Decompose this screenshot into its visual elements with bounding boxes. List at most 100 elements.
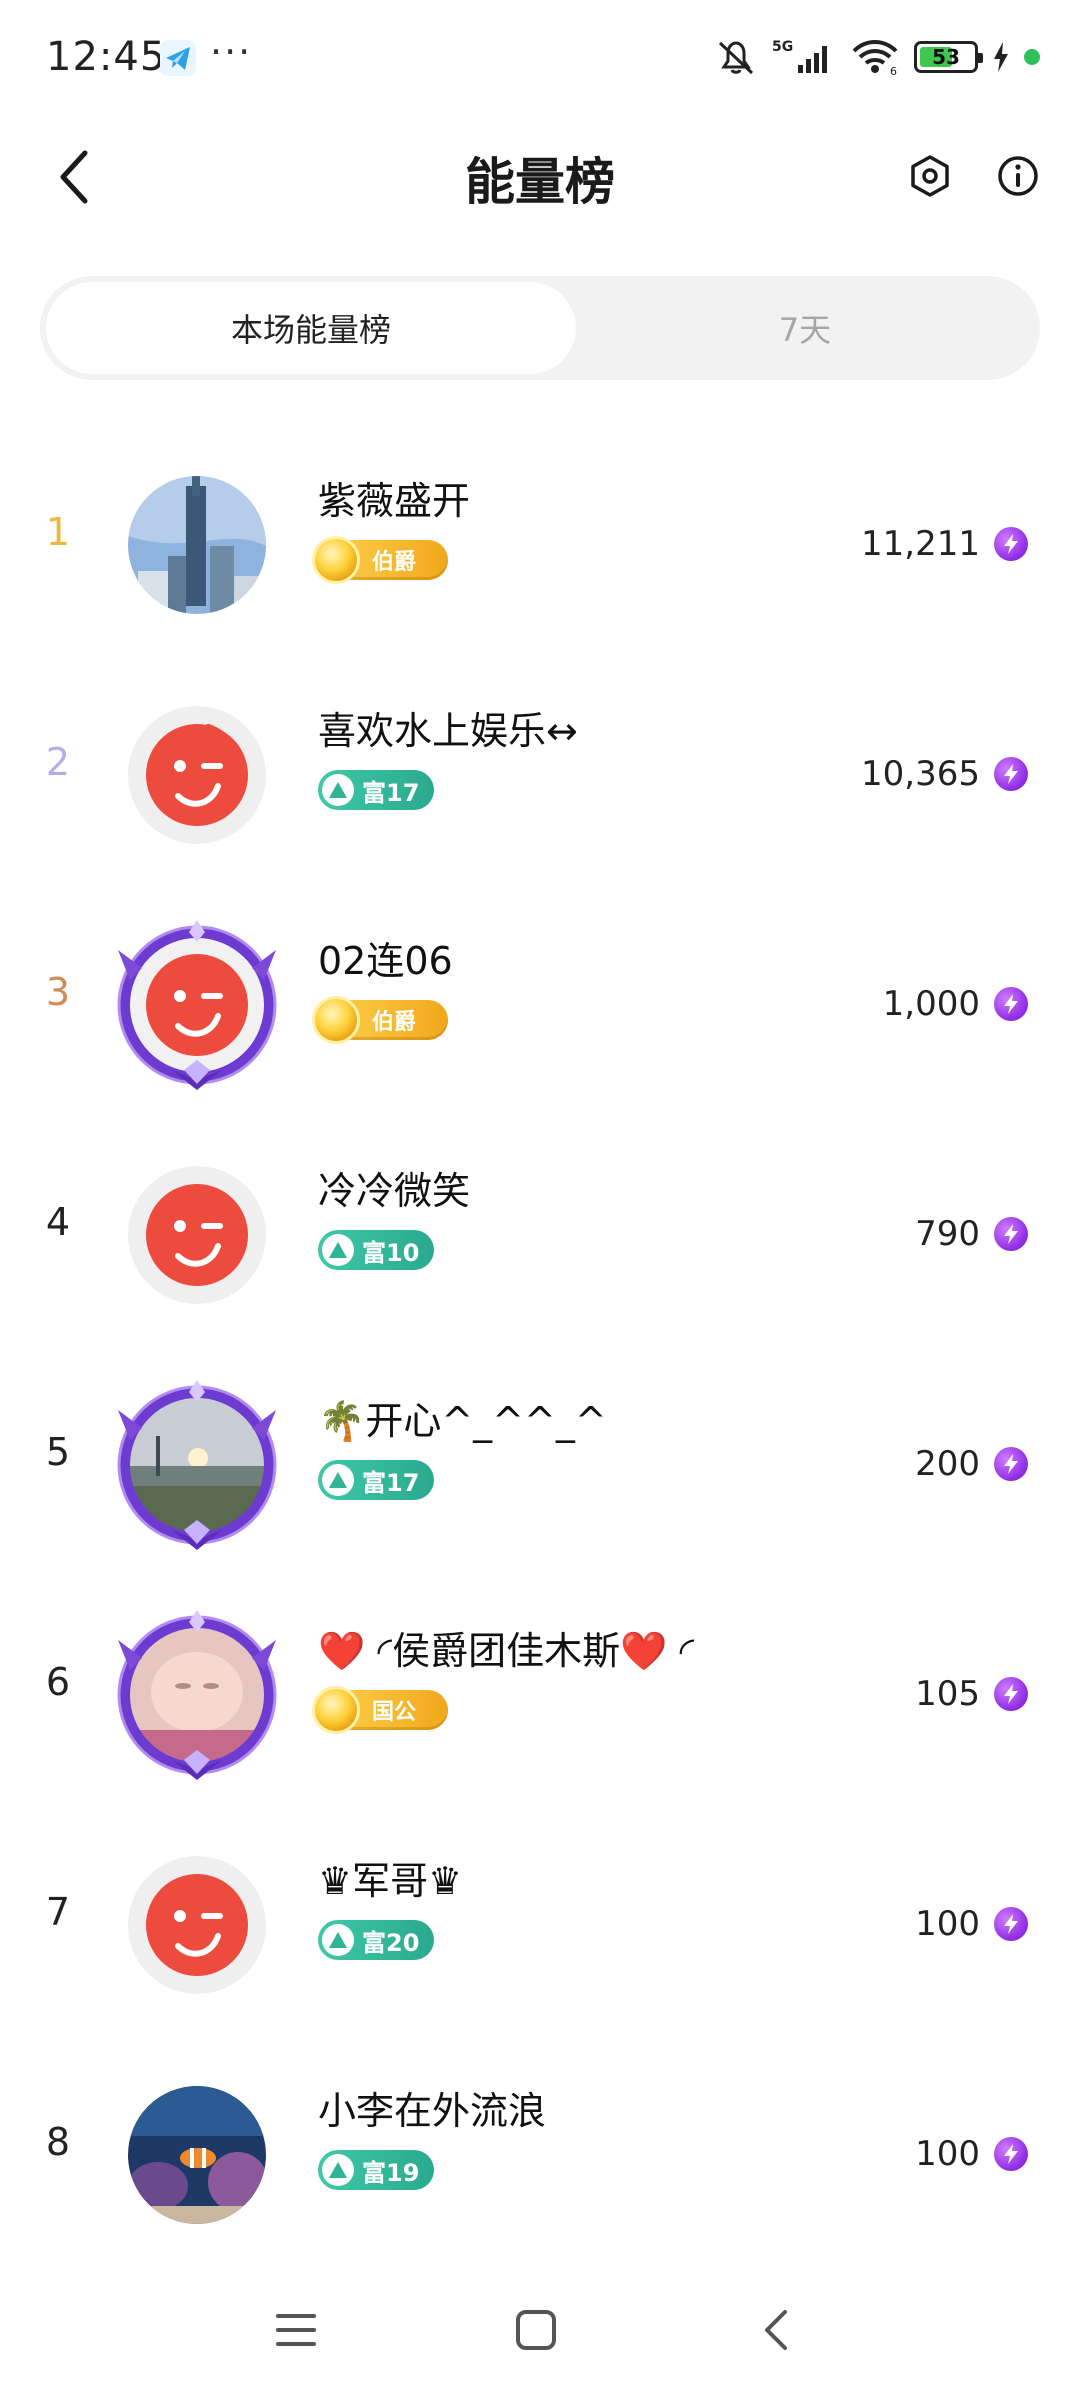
ranking-tabs: 本场能量榜 7天: [40, 276, 1040, 380]
user-name[interactable]: ♛军哥♛: [318, 1850, 462, 1905]
score-value: 1,000: [882, 984, 980, 1024]
level-badge: 富17: [318, 770, 434, 810]
energy-bolt-icon: [994, 1677, 1028, 1711]
triangle-icon: [322, 1464, 354, 1496]
list-item[interactable]: 6 ❤️ ◜侯爵团佳木斯❤️ ◜ 国公 105: [0, 1590, 1080, 1820]
coin-icon: [312, 536, 360, 584]
user-name[interactable]: ❤️ ◜侯爵团佳木斯❤️ ◜: [318, 1620, 694, 1675]
battery-level: 53: [932, 45, 960, 69]
more-notifications-icon: ···: [210, 30, 253, 74]
triangle-icon: [322, 774, 354, 806]
list-item[interactable]: 7 ♛军哥♛ 富20 100: [0, 1820, 1080, 2050]
tab-7-days[interactable]: 7天: [576, 282, 1034, 374]
status-bar: 12:45 ··· 5G 6 53: [0, 0, 1080, 120]
list-item[interactable]: 3 02连06 伯爵 1,000: [0, 900, 1080, 1130]
telegram-icon: [158, 38, 198, 78]
avatar[interactable]: [112, 1840, 282, 2010]
triangle-icon: [322, 1924, 354, 1956]
energy-score: 790: [915, 1210, 1028, 1258]
wifi-icon: 6: [852, 40, 898, 77]
level-badge: 富20: [318, 1920, 434, 1960]
level-badge: 富17: [318, 1460, 434, 1500]
signal-5g-icon: 5G: [772, 39, 827, 73]
energy-score: 100: [915, 2130, 1028, 2178]
avatar-frame: [117, 1380, 277, 1550]
score-value: 100: [915, 2134, 980, 2174]
level-badge: 伯爵: [312, 996, 448, 1044]
avatar[interactable]: [112, 1610, 282, 1780]
badge-label: 国公: [372, 1700, 417, 1725]
level-badge: 伯爵: [312, 536, 448, 584]
wink-face-icon: [146, 724, 248, 826]
energy-bolt-icon: [994, 527, 1028, 561]
energy-score: 10,365: [861, 750, 1028, 798]
energy-bolt-icon: [994, 1907, 1028, 1941]
user-name[interactable]: 冷冷微笑: [318, 1160, 470, 1215]
tab-this-session[interactable]: 本场能量榜: [46, 282, 576, 374]
header: 能量榜: [0, 120, 1080, 230]
list-item[interactable]: 5 🌴开心^_^^_^ 富17 200: [0, 1360, 1080, 1590]
status-time: 12:45: [46, 34, 167, 80]
list-item[interactable]: 4 冷冷微笑 富10 790: [0, 1130, 1080, 1360]
coin-icon: [312, 1686, 360, 1734]
badge-label: 伯爵: [372, 550, 417, 575]
hexagon-settings-icon: [911, 155, 949, 197]
rank-number: 7: [45, 1890, 71, 1934]
menu-icon: [276, 2314, 316, 2346]
home-button[interactable]: [496, 2290, 576, 2370]
system-back-button[interactable]: [736, 2290, 816, 2370]
list-item[interactable]: 1 紫薇盛开 伯爵 11,211: [0, 440, 1080, 670]
avatar[interactable]: [112, 460, 282, 630]
user-name[interactable]: 🌴开心^_^^_^: [318, 1390, 607, 1445]
city-tower-photo: [128, 476, 266, 614]
chevron-left-icon: [765, 2310, 787, 2350]
battery-icon: 53: [914, 41, 983, 73]
default-avatar: [128, 1856, 266, 1994]
user-name[interactable]: 喜欢水上娱乐↔: [318, 700, 578, 755]
energy-bolt-icon: [994, 1447, 1028, 1481]
charging-icon: [994, 42, 1008, 72]
avatar[interactable]: [112, 690, 282, 860]
badge-label: 伯爵: [372, 1010, 417, 1035]
energy-score: 105: [915, 1670, 1028, 1718]
coin-icon: [312, 996, 360, 1044]
rank-number: 8: [45, 2120, 71, 2164]
square-home-icon: [516, 2310, 556, 2350]
badge-label: 富17: [362, 778, 420, 807]
aquarium-photo: [128, 2086, 266, 2224]
user-name[interactable]: 紫薇盛开: [318, 470, 470, 525]
avatar[interactable]: [112, 1380, 282, 1550]
info-button[interactable]: [990, 146, 1046, 206]
energy-bolt-icon: [994, 987, 1028, 1021]
badge-label: 富19: [362, 2158, 420, 2187]
avatar[interactable]: [112, 920, 282, 1090]
score-value: 11,211: [861, 524, 980, 564]
mute-bell-icon: [718, 41, 754, 75]
energy-score: 1,000: [883, 980, 1028, 1028]
recent-apps-button[interactable]: [256, 2290, 336, 2370]
avatar[interactable]: [112, 1150, 282, 1320]
wink-face-icon: [146, 1874, 248, 1976]
triangle-icon: [322, 2154, 354, 2186]
score-value: 10,365: [861, 754, 980, 794]
list-item[interactable]: 2 喜欢水上娱乐↔ 富17 10,365: [0, 670, 1080, 900]
user-name[interactable]: 02连06: [318, 930, 453, 985]
rank-number: 3: [45, 970, 71, 1014]
badge-label: 富10: [362, 1238, 420, 1267]
avatar-frame: [117, 920, 277, 1090]
svg-text:5G: 5G: [772, 39, 793, 55]
energy-bolt-icon: [994, 757, 1028, 791]
rank-number: 1: [45, 510, 71, 554]
triangle-icon: [322, 1234, 354, 1266]
avatar[interactable]: [112, 2070, 282, 2240]
default-avatar: [128, 1166, 266, 1304]
user-name[interactable]: 小李在外流浪: [318, 2080, 546, 2135]
settings-button[interactable]: [902, 146, 958, 206]
wink-face-icon: [146, 1184, 248, 1286]
score-value: 100: [915, 1904, 980, 1944]
rank-number: 2: [45, 740, 71, 784]
badge-label: 富17: [362, 1468, 420, 1497]
energy-score: 100: [915, 1900, 1028, 1948]
system-nav-bar: [0, 2260, 1080, 2400]
list-item[interactable]: 8 小李在外流浪 富19 100: [0, 2050, 1080, 2280]
